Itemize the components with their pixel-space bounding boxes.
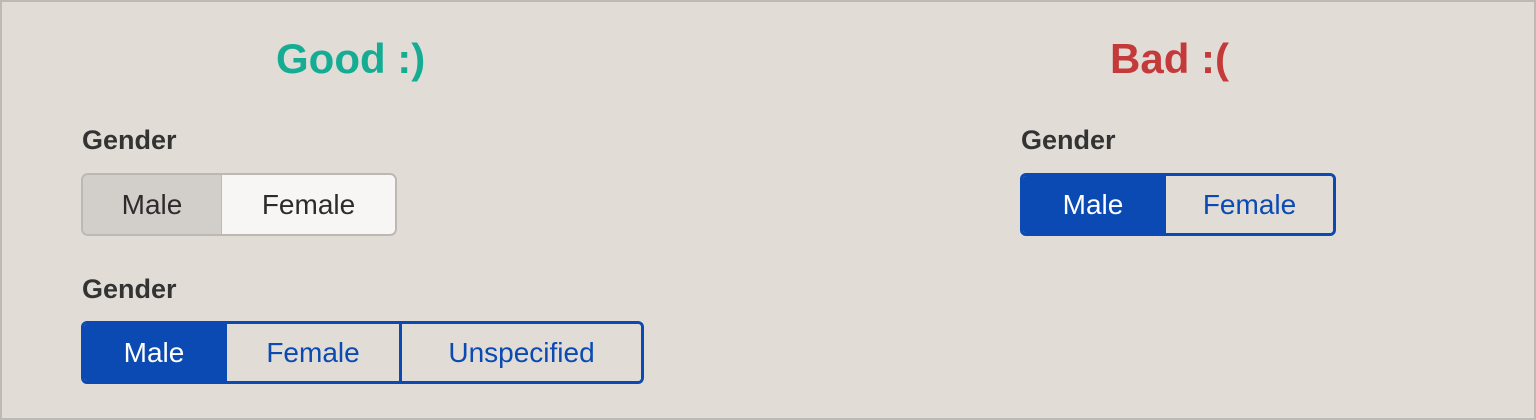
good-native-gender-segmented-control: Male Female <box>81 173 397 236</box>
good-heading: Good :) <box>276 35 426 82</box>
good-native-option-male[interactable]: Male <box>83 175 221 234</box>
good-toggle-option-male[interactable]: Male <box>84 324 224 381</box>
good-native-option-female[interactable]: Female <box>221 175 395 234</box>
bad-heading: Bad :( <box>1110 35 1229 82</box>
comparison-panel: Good :) Gender Male Female Gender Male F… <box>0 0 1536 420</box>
bad-toggle-gender-label: Gender <box>1021 125 1116 155</box>
bad-toggle-option-female[interactable]: Female <box>1163 176 1333 233</box>
good-toggle-gender-label: Gender <box>82 274 177 304</box>
bad-toggle-option-male[interactable]: Male <box>1023 176 1163 233</box>
good-toggle-option-unspecified[interactable]: Unspecified <box>399 324 641 381</box>
bad-toggle-gender-button-group: Male Female <box>1020 173 1336 236</box>
good-native-gender-label: Gender <box>82 125 177 155</box>
good-toggle-option-female[interactable]: Female <box>224 324 399 381</box>
good-toggle-gender-button-group: Male Female Unspecified <box>81 321 644 384</box>
